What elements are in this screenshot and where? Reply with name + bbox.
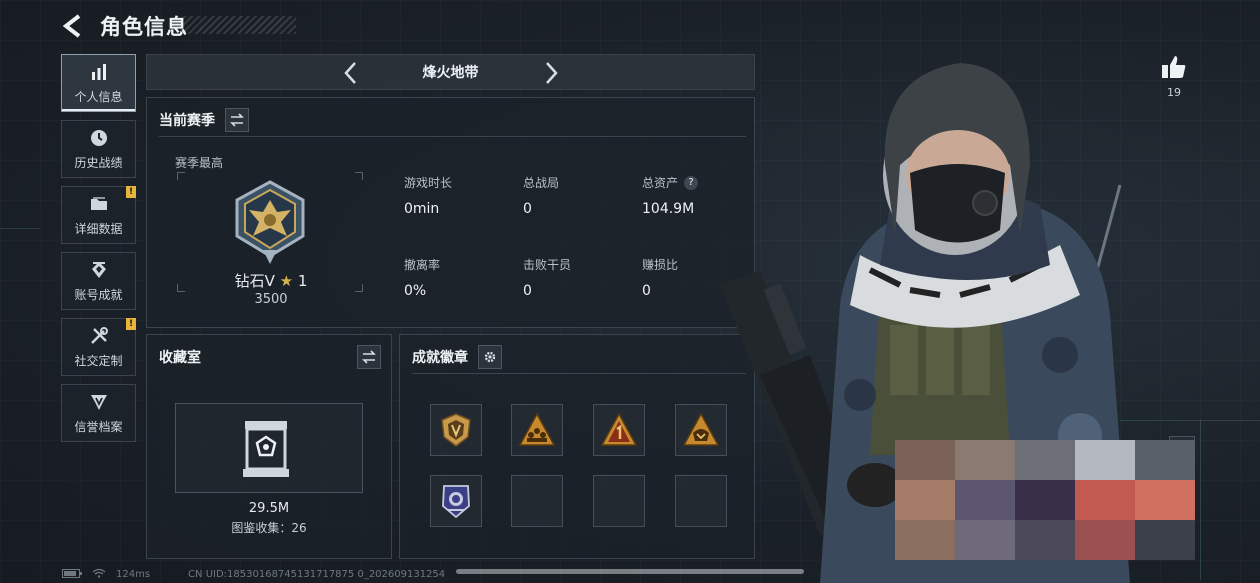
rank-star-count: 1 <box>297 272 308 290</box>
rank-score: 3500 <box>254 292 288 307</box>
collection-panel[interactable]: 收藏室 29.5M 图鉴收集：26 <box>146 334 392 559</box>
achievement-badge-slot-empty[interactable] <box>593 475 645 527</box>
folder-icon <box>88 194 110 214</box>
like-count: 19 <box>1167 86 1181 99</box>
stat-label: 撤离率 <box>404 258 441 272</box>
pixelated-region <box>895 440 1195 560</box>
sidebar-item-achievements[interactable]: 账号成就 <box>61 252 136 310</box>
triangle-number-one-badge-icon <box>600 412 638 446</box>
season-best-label: 赛季最高 <box>175 156 224 170</box>
sidebar-item-label: 历史战绩 <box>74 155 123 170</box>
stat-extraction-rate: 撤离率 0% <box>404 256 440 299</box>
collection-title: 收藏室 <box>159 350 201 366</box>
wifi-icon <box>92 568 106 581</box>
stat-label: 总资产 <box>642 176 679 190</box>
shield-icon <box>88 392 110 412</box>
switch-season-button[interactable] <box>225 108 249 132</box>
mode-name: 烽火地带 <box>422 65 479 81</box>
uid-text: CN UID:18530168745131717875 0_2026091312… <box>188 569 446 580</box>
header: 角色信息 <box>60 8 188 44</box>
shield-badge-icon <box>441 413 471 447</box>
achievement-badge-slot[interactable] <box>511 404 563 456</box>
rank-tier: 钻石V <box>234 272 275 290</box>
achievement-badge-slot[interactable] <box>430 475 482 527</box>
stat-value: 0 <box>642 283 651 299</box>
stat-value: 104.9M <box>642 201 695 217</box>
sidebar-item-label: 个人信息 <box>74 89 123 104</box>
sidebar-item-label: 社交定制 <box>74 353 123 368</box>
stat-label: 游戏时长 <box>404 176 453 190</box>
ping-text: 124ms <box>116 569 151 580</box>
stat-value: 0min <box>404 201 440 217</box>
stat-operators-defeated: 击败干员 0 <box>523 256 571 299</box>
achievement-badge-slot-empty[interactable] <box>511 475 563 527</box>
season-panel: 当前赛季 赛季最高 钻石V ★ 1 3500 游戏时长 0min 总战局 0 总… <box>146 97 755 328</box>
status-footer: 124ms CN UID:18530168745131717875 0_2026… <box>62 568 445 581</box>
collection-count: 图鉴收集：26 <box>231 521 307 535</box>
switch-collection-button[interactable] <box>357 345 381 369</box>
title-decoration <box>180 16 296 34</box>
previous-mode-arrow-icon[interactable] <box>340 61 362 85</box>
home-indicator[interactable] <box>456 569 804 574</box>
sidebar-item-detailed-data[interactable]: ! 详细数据 <box>61 186 136 244</box>
battery-icon <box>62 568 82 581</box>
gear-icon <box>484 351 496 363</box>
help-icon[interactable]: ? <box>684 175 699 190</box>
stat-total-assets: 总资产 ? 104.9M <box>642 174 699 217</box>
emblem-icon <box>88 260 110 280</box>
sidebar-item-label: 信誉档案 <box>74 419 123 434</box>
rank-name: 钻石V ★ 1 <box>197 270 345 291</box>
sidebar-item-credit-record[interactable]: 信誉档案 <box>61 384 136 442</box>
tools-icon <box>88 326 110 346</box>
decor-line <box>0 228 40 229</box>
back-arrow-icon[interactable] <box>60 13 86 39</box>
divider <box>412 373 746 374</box>
divider <box>159 136 746 137</box>
sidebar: 个人信息 历史战绩 ! 详细数据 账号成就 ! 社交定制 信誉档案 <box>61 54 136 450</box>
clock-icon <box>88 128 110 148</box>
rank-diamond-emblem-icon <box>235 180 305 264</box>
decor-line <box>1200 420 1201 580</box>
stat-label: 赚损比 <box>642 258 679 272</box>
season-title: 当前赛季 <box>159 113 215 129</box>
collection-value: 29.5M <box>248 501 290 516</box>
triangle-team-badge-icon <box>518 412 556 446</box>
stat-label-row: 总资产 ? <box>642 174 699 191</box>
stat-label: 击败干员 <box>523 258 572 272</box>
sidebar-item-personal-info[interactable]: 个人信息 <box>61 54 136 112</box>
sidebar-item-social-custom[interactable]: ! 社交定制 <box>61 318 136 376</box>
police-badge-icon <box>442 485 470 519</box>
stat-value: 0 <box>523 283 532 299</box>
sidebar-item-label: 详细数据 <box>74 221 123 236</box>
stat-play-time: 游戏时长 0min <box>404 174 452 217</box>
notification-badge: ! <box>126 186 136 198</box>
stat-value: 0% <box>404 283 427 299</box>
swap-icon <box>230 113 244 127</box>
thumbs-up-icon[interactable] <box>1160 54 1188 80</box>
swap-icon <box>362 350 376 364</box>
next-mode-arrow-icon[interactable] <box>540 61 562 85</box>
star-icon: ★ <box>279 272 294 290</box>
sidebar-item-history[interactable]: 历史战绩 <box>61 120 136 178</box>
notification-badge: ! <box>126 318 136 330</box>
mode-switcher: 烽火地带 <box>146 54 755 90</box>
achievement-settings-button[interactable] <box>478 345 502 369</box>
stat-profit-loss-ratio: 赚损比 0 <box>642 256 678 299</box>
stat-total-matches: 总战局 0 <box>523 174 559 217</box>
vault-display-icon <box>243 421 289 477</box>
sidebar-item-label: 账号成就 <box>74 287 123 302</box>
achievement-title: 成就徽章 <box>412 350 468 366</box>
stat-label: 总战局 <box>523 176 560 190</box>
bar-chart-icon <box>88 62 110 82</box>
achievement-badge-slot[interactable] <box>430 404 482 456</box>
page-title: 角色信息 <box>100 15 188 39</box>
stat-value: 0 <box>523 201 532 217</box>
achievement-badge-slot[interactable] <box>593 404 645 456</box>
